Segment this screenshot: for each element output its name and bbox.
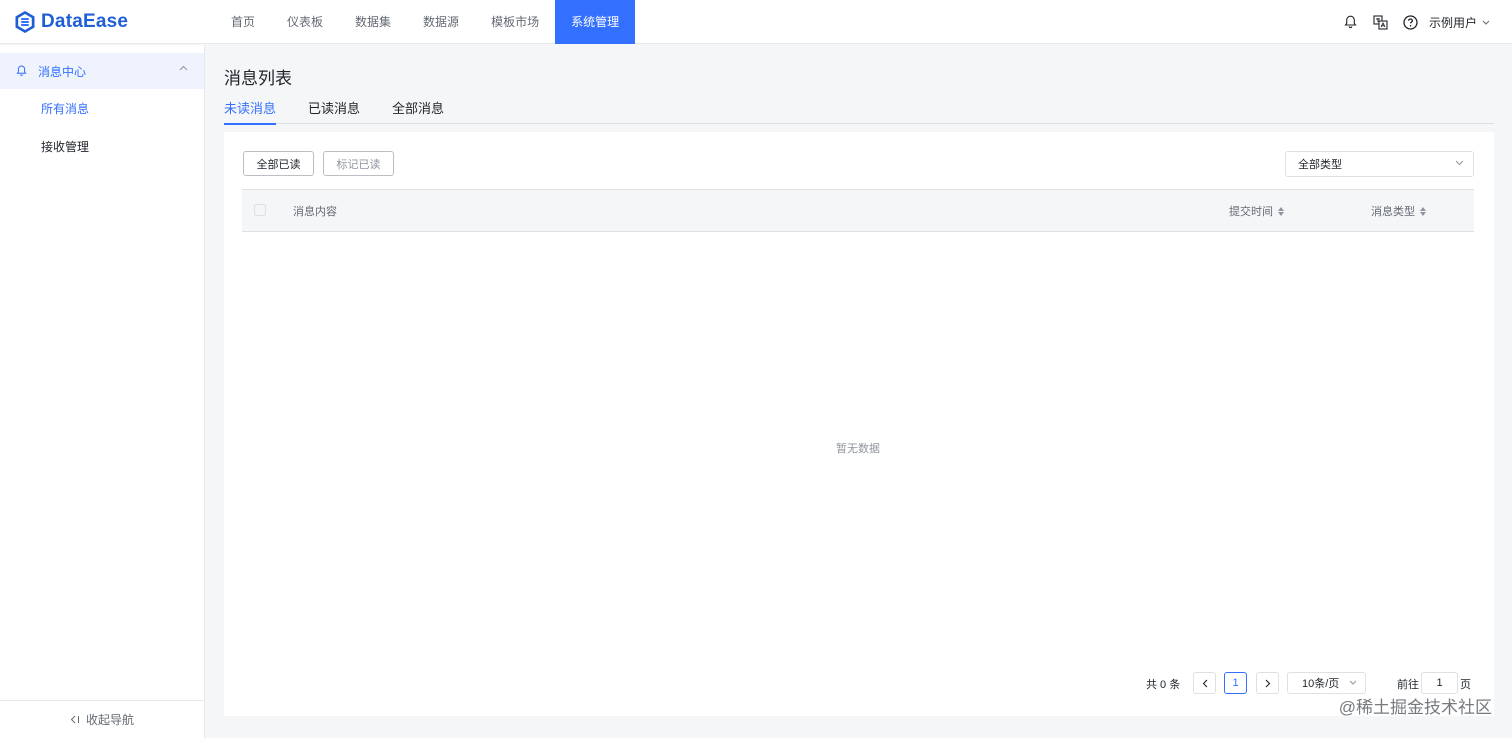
bell-icon	[16, 65, 27, 76]
nav-item-dataset[interactable]: 数据集	[339, 0, 407, 44]
nav-item-system-management[interactable]: 系统管理	[555, 0, 636, 44]
tab-all[interactable]: 全部消息	[392, 95, 444, 124]
goto-page-input[interactable]: 1	[1421, 672, 1458, 694]
column-label: 消息内容	[293, 206, 337, 218]
select-all-checkbox[interactable]	[254, 204, 266, 216]
sidebar-group-label: 消息中心	[38, 64, 87, 79]
pagination: 共 0 条 1 10条/页 前往 1 页	[224, 672, 1494, 694]
sidebar-group-message-center[interactable]: 消息中心	[0, 53, 204, 89]
message-list-card: 全部已读 标记已读 全部类型 消息内容 提交时间 消息类型 暂无数据 共 0 条…	[224, 132, 1494, 716]
page-size-value: 10条/页	[1302, 678, 1340, 690]
sort-icon[interactable]	[1278, 206, 1284, 216]
mark-read-button[interactable]: 标记已读	[323, 151, 394, 176]
tab-read[interactable]: 已读消息	[308, 95, 360, 124]
collapse-nav-label: 收起导航	[85, 713, 134, 727]
tab-unread[interactable]: 未读消息	[224, 95, 277, 125]
pagination-total: 共 0 条	[1146, 679, 1181, 691]
nav-item-datasource[interactable]: 数据源	[407, 0, 475, 44]
chevron-down-icon	[1349, 680, 1357, 685]
page-number-button[interactable]: 1	[1224, 672, 1247, 694]
prev-page-button[interactable]	[1193, 672, 1216, 694]
app-name: DataEase	[41, 10, 129, 32]
page-size-select[interactable]: 10条/页	[1287, 672, 1366, 694]
next-page-button[interactable]	[1256, 672, 1279, 694]
column-header-content: 消息内容	[293, 203, 337, 219]
nav-item-template-market[interactable]: 模板市场	[475, 0, 555, 44]
goto-label: 前往	[1397, 679, 1419, 691]
mark-all-read-button[interactable]: 全部已读	[243, 151, 314, 176]
page-suffix-label: 页	[1460, 679, 1471, 691]
column-label: 消息类型	[1371, 206, 1415, 218]
message-type-select-value: 全部类型	[1298, 159, 1342, 171]
app-logo[interactable]: DataEase	[13, 10, 215, 34]
table-header: 消息内容 提交时间 消息类型	[242, 189, 1474, 232]
chevron-up-icon	[179, 65, 188, 71]
nav-item-dashboard[interactable]: 仪表板	[271, 0, 339, 44]
message-type-select[interactable]: 全部类型	[1285, 151, 1474, 177]
collapse-nav-button[interactable]: 收起导航	[0, 700, 204, 738]
sidebar-item-all-messages[interactable]: 所有消息	[0, 89, 204, 127]
topbar-actions: 示例用户	[1329, 0, 1512, 44]
sort-icon[interactable]	[1420, 206, 1426, 216]
translate-icon[interactable]	[1373, 14, 1389, 30]
sidebar: 消息中心 所有消息 接收管理 收起导航	[0, 45, 205, 738]
chevron-down-icon	[1482, 20, 1490, 25]
top-navbar: DataEase 首页 仪表板 数据集 数据源 模板市场 系统管理 示例用户	[0, 0, 1512, 44]
bell-icon[interactable]	[1343, 14, 1359, 30]
empty-state-text: 暂无数据	[836, 443, 880, 455]
watermark-text: @稀土掘金技术社区	[1338, 698, 1492, 717]
chevron-right-icon	[1265, 679, 1270, 687]
help-circle-icon[interactable]	[1403, 14, 1419, 30]
dataease-logo-icon	[15, 10, 35, 33]
sidebar-item-receive-management[interactable]: 接收管理	[0, 127, 204, 165]
chevron-down-icon	[1455, 160, 1464, 166]
page-title: 消息列表	[224, 69, 292, 88]
nav-item-home[interactable]: 首页	[215, 0, 271, 44]
column-header-message-type[interactable]: 消息类型	[1371, 203, 1426, 219]
column-header-submit-time[interactable]: 提交时间	[1229, 203, 1284, 219]
user-menu[interactable]: 示例用户	[1429, 14, 1490, 31]
main-nav: 首页 仪表板 数据集 数据源 模板市场 系统管理	[215, 0, 636, 44]
chevron-left-icon	[1202, 679, 1207, 687]
user-name: 示例用户	[1428, 15, 1477, 30]
collapse-icon	[70, 715, 79, 724]
message-tabs: 未读消息 已读消息 全部消息	[224, 95, 1494, 125]
column-label: 提交时间	[1229, 206, 1273, 218]
